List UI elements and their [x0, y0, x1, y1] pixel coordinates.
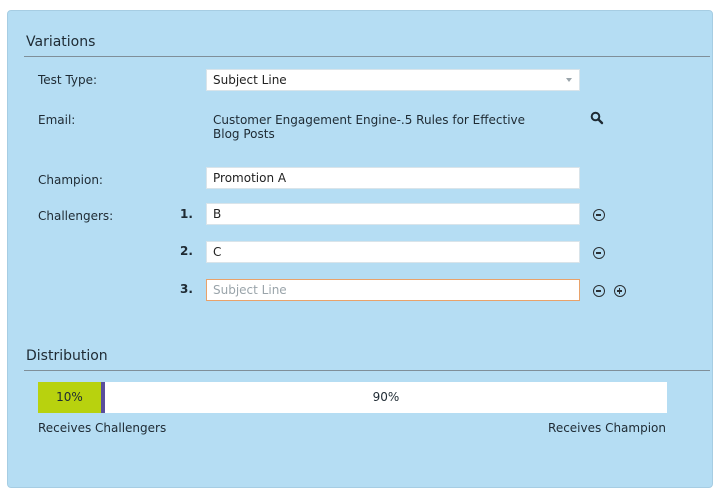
distribution-divider [24, 370, 710, 371]
receives-champion-label: Receives Champion [548, 421, 666, 435]
chevron-down-icon [566, 78, 572, 82]
champion-label: Champion: [38, 173, 103, 187]
receives-challengers-label: Receives Challengers [38, 421, 167, 435]
challenger-3-number: 3. [180, 282, 193, 296]
challenger-2-input[interactable]: C [206, 241, 580, 263]
ab-test-panel: Variations Test Type: Subject Line Email… [7, 10, 713, 488]
distribution-bar: 10% 90% [38, 382, 667, 413]
challenger-1-input[interactable]: B [206, 203, 580, 225]
challenger-share-segment: 10% [38, 382, 101, 413]
test-type-label: Test Type: [38, 73, 98, 87]
distribution-heading: Distribution [26, 348, 108, 364]
variations-divider [24, 56, 710, 57]
challenger-1-number: 1. [180, 207, 193, 221]
test-type-value: Subject Line [213, 73, 287, 87]
remove-challenger-3-button[interactable] [593, 285, 605, 297]
variations-heading: Variations [26, 34, 96, 50]
champion-input[interactable]: Promotion A [206, 167, 580, 189]
remove-challenger-1-button[interactable] [593, 209, 605, 221]
email-value: Customer Engagement Engine-.5 Rules for … [213, 113, 525, 141]
challenger-3-input[interactable]: Subject Line [206, 279, 580, 301]
email-value-line2: Blog Posts [213, 127, 275, 141]
email-label: Email: [38, 113, 76, 127]
test-type-select[interactable]: Subject Line [206, 69, 580, 91]
add-challenger-button[interactable] [614, 285, 626, 297]
email-value-line1: Customer Engagement Engine-.5 Rules for … [213, 113, 526, 127]
champion-share-segment: 90% [372, 390, 400, 404]
challenger-3-placeholder: Subject Line [213, 283, 287, 297]
challengers-label: Challengers: [38, 209, 114, 223]
challenger-2-number: 2. [180, 244, 193, 258]
search-icon[interactable] [590, 111, 604, 125]
remove-challenger-2-button[interactable] [593, 247, 605, 259]
